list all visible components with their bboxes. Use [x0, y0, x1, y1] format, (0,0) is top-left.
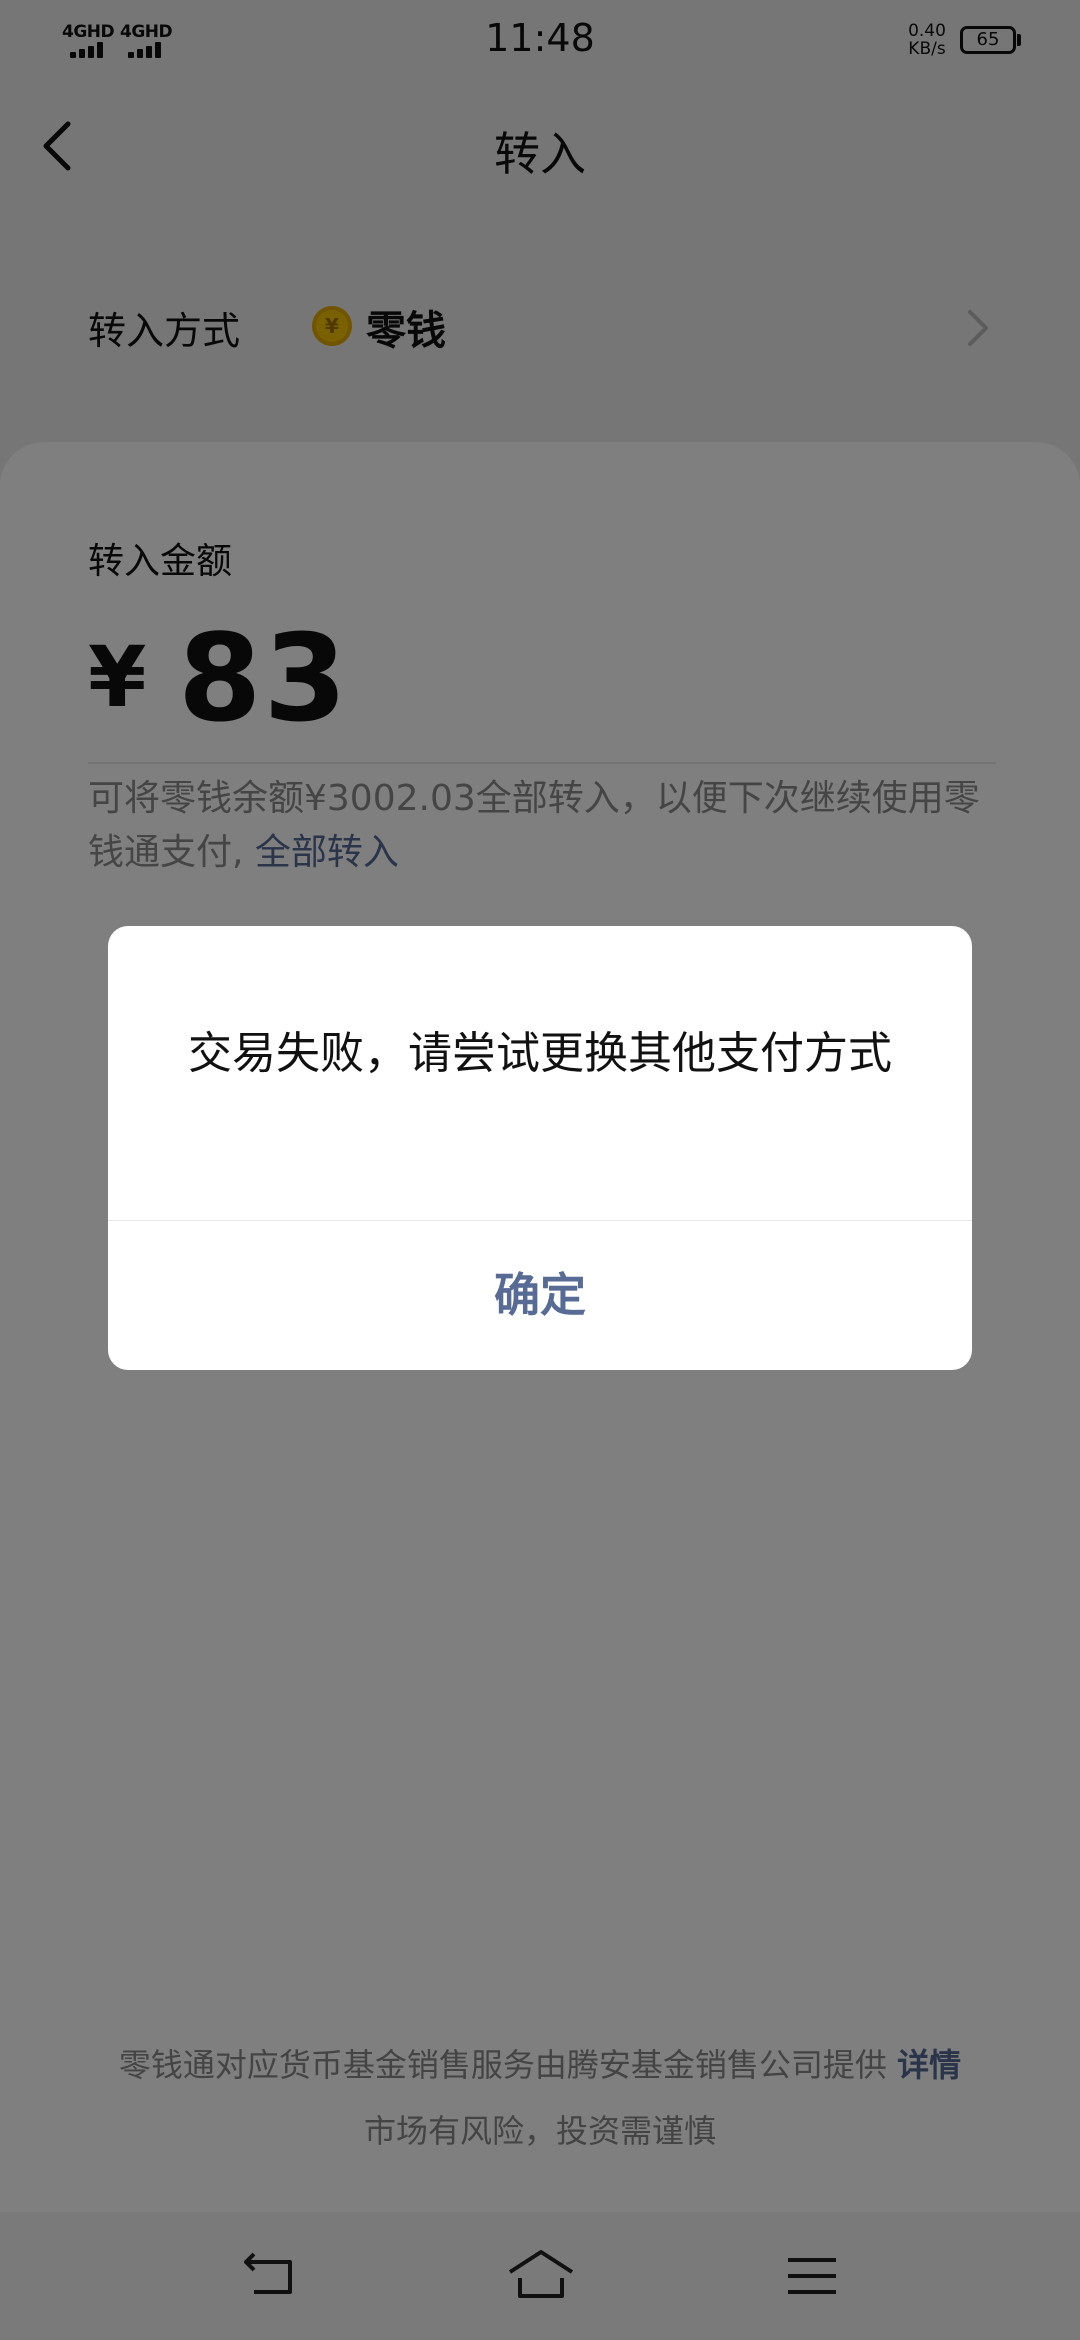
- confirm-button[interactable]: 确定: [108, 1221, 972, 1370]
- dialog-message: 交易失败，请尝试更换其他支付方式: [188, 1028, 892, 1079]
- error-dialog: 交易失败，请尝试更换其他支付方式 确定: [108, 926, 972, 1370]
